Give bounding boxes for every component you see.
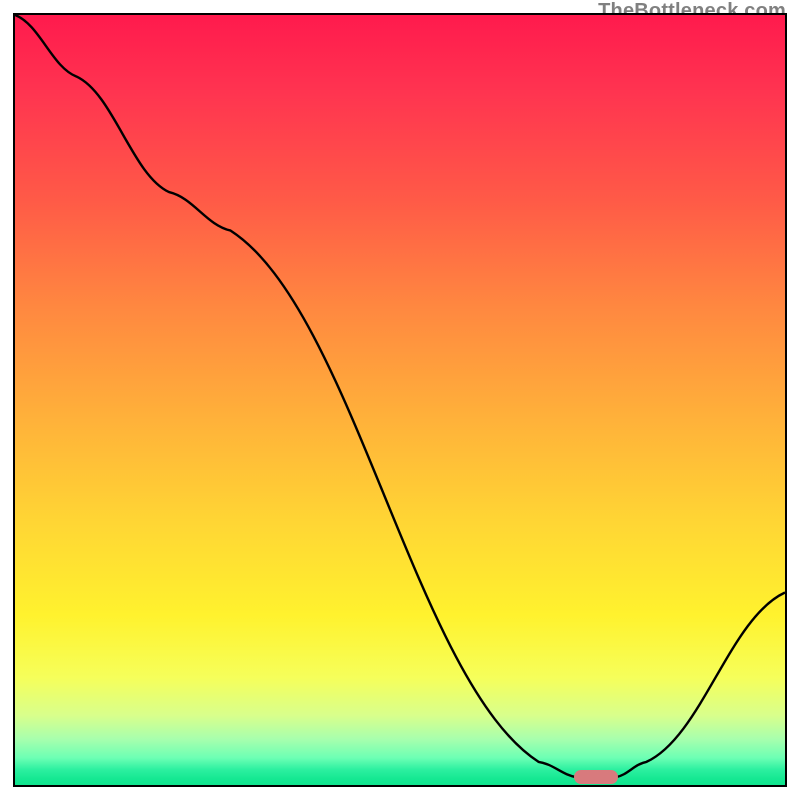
- chart-container: TheBottleneck.com: [0, 0, 800, 800]
- plot-area: [13, 13, 787, 787]
- optimal-marker: [574, 770, 618, 784]
- curve-svg: [15, 15, 785, 785]
- curve-path: [15, 15, 785, 777]
